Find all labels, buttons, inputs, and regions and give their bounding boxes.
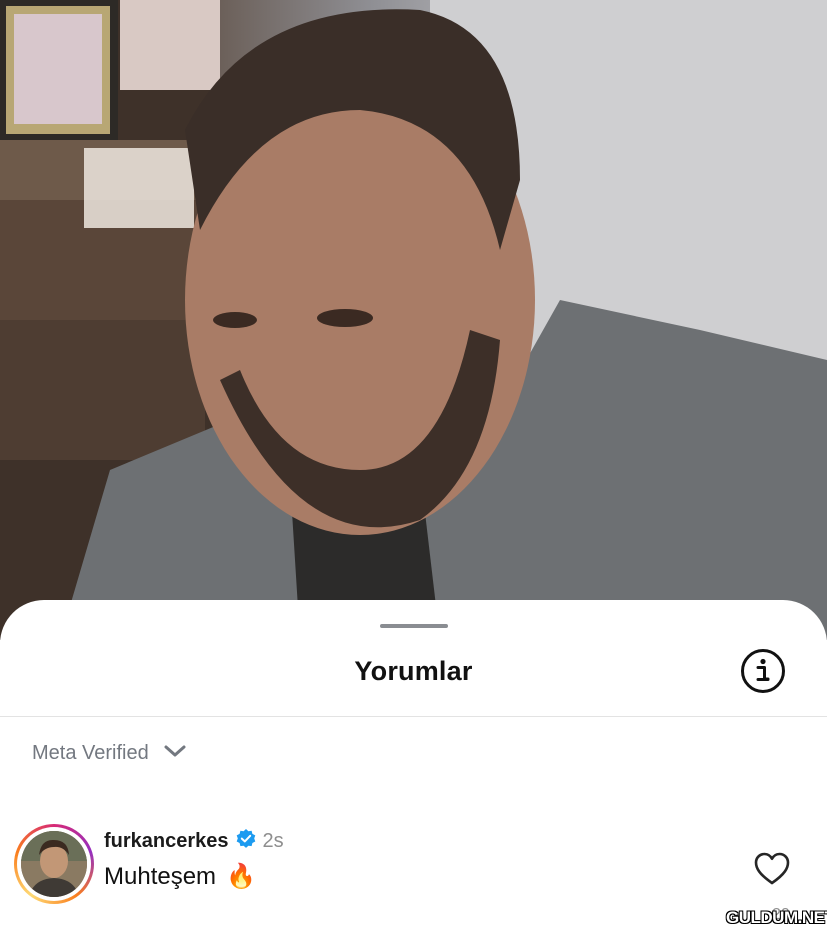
sheet-grabber[interactable]: [380, 624, 448, 628]
fire-emoji-icon: 🔥: [226, 863, 256, 890]
comment-body: Muhteşem: [104, 862, 217, 890]
comments-sheet: Yorumlar Meta Verified furkancerkes 2s M…: [0, 600, 827, 929]
header-divider: [0, 716, 827, 717]
comment-item: furkancerkes 2s Muhteşem 🔥 20: [14, 824, 814, 923]
avatar[interactable]: [14, 824, 94, 904]
avatar-image: [21, 831, 87, 897]
filter-label: Meta Verified: [32, 742, 149, 764]
comment-text: Muhteşem 🔥: [104, 862, 256, 891]
site-watermark: GULDUM.NET: [726, 908, 827, 927]
comment-filter-dropdown[interactable]: Meta Verified: [32, 742, 187, 765]
chevron-down-icon: [163, 743, 187, 764]
info-icon[interactable]: [740, 648, 786, 694]
heart-outline-icon[interactable]: [754, 852, 790, 886]
verified-badge-icon: [235, 828, 257, 855]
sheet-title: Yorumlar: [354, 656, 473, 686]
comment-username[interactable]: furkancerkes: [104, 830, 229, 853]
comment-time: 2s: [262, 830, 284, 852]
video-scene: [0, 0, 827, 640]
video-frame: [0, 0, 827, 640]
